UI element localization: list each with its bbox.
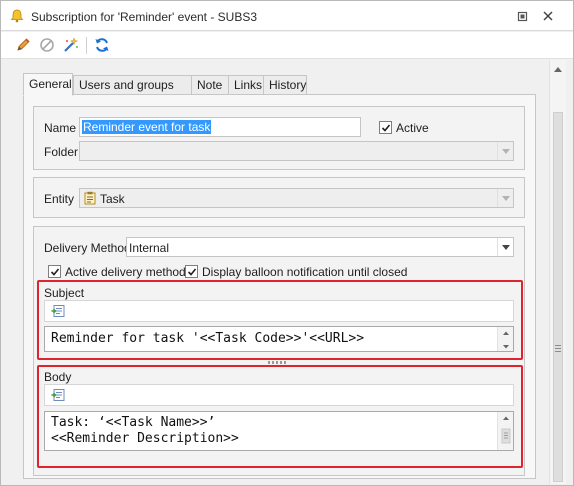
task-clipboard-icon xyxy=(83,191,97,205)
chevron-down-icon[interactable] xyxy=(497,142,513,160)
scrollbar-thumb[interactable] xyxy=(553,112,563,482)
name-folder-group: Name Reminder event for task Active Fold… xyxy=(33,106,525,170)
folder-select[interactable] xyxy=(79,141,514,161)
balloon-checkbox[interactable] xyxy=(185,265,198,278)
close-icon[interactable] xyxy=(539,7,557,25)
tab-users-and-groups[interactable]: Users and groups xyxy=(73,75,192,95)
chevron-down-icon[interactable] xyxy=(497,238,513,256)
delivery-method-select[interactable]: Internal xyxy=(126,237,514,257)
tab-links[interactable]: Links xyxy=(228,75,264,95)
entity-select[interactable]: Task xyxy=(79,188,514,208)
entity-label: Entity xyxy=(44,192,75,206)
entity-value: Task xyxy=(100,192,125,206)
active-delivery-checkbox[interactable] xyxy=(48,265,61,278)
refresh-icon[interactable] xyxy=(92,35,112,55)
name-value: Reminder event for task xyxy=(82,120,212,134)
folder-label: Folder xyxy=(44,145,79,159)
toolbar xyxy=(1,32,573,59)
subject-highlight-box xyxy=(37,280,523,360)
delivery-method-value: Internal xyxy=(129,241,170,255)
active-delivery-label: Active delivery method xyxy=(65,265,186,279)
title-bar: Subscription for 'Reminder' event - SUBS… xyxy=(1,1,573,31)
edit-pencil-icon[interactable] xyxy=(13,35,33,55)
subscription-window: Subscription for 'Reminder' event - SUBS… xyxy=(0,0,574,486)
toolbar-separator xyxy=(86,37,87,54)
tab-general[interactable]: General xyxy=(23,73,73,96)
tab-note[interactable]: Note xyxy=(191,75,229,95)
name-label: Name xyxy=(44,121,77,135)
magic-wand-icon[interactable] xyxy=(61,35,81,55)
active-checkbox[interactable] xyxy=(379,121,392,134)
restore-icon[interactable] xyxy=(513,7,531,25)
balloon-label: Display balloon notification until close… xyxy=(202,265,408,279)
scrollbar-grip xyxy=(555,345,561,353)
body-highlight-box xyxy=(37,365,523,468)
splitter-handle[interactable] xyxy=(268,361,288,364)
window-title: Subscription for 'Reminder' event - SUBS… xyxy=(31,10,258,24)
active-label: Active xyxy=(396,121,429,135)
chevron-down-icon[interactable] xyxy=(497,189,513,207)
scroll-up-icon[interactable] xyxy=(553,64,563,74)
entity-group: Entity Task xyxy=(33,177,525,218)
name-input[interactable]: Reminder event for task xyxy=(79,117,361,137)
delivery-method-label: Delivery Method xyxy=(44,241,131,255)
vertical-scrollbar[interactable] xyxy=(549,60,566,484)
disable-icon[interactable] xyxy=(37,35,57,55)
bell-icon xyxy=(10,9,24,23)
tab-history[interactable]: History xyxy=(263,75,307,95)
